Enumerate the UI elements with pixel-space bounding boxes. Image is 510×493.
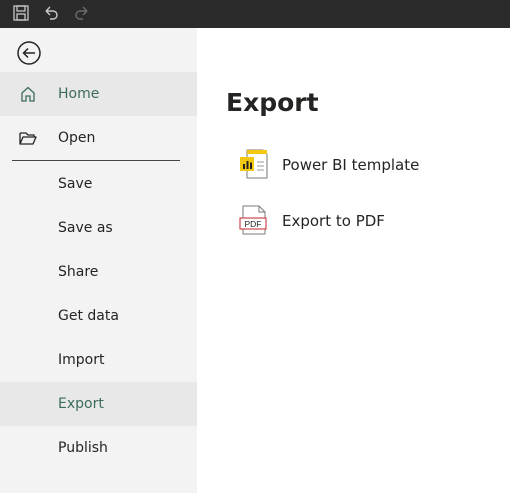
sidebar-item-label: Open <box>58 130 96 146</box>
page-title: Export <box>226 88 319 117</box>
sidebar-item-label: Share <box>58 264 99 280</box>
title-bar <box>0 0 510 28</box>
sidebar-item-export[interactable]: Export <box>0 382 197 426</box>
redo-icon[interactable] <box>73 4 91 22</box>
backstage-sidebar: Home Open Save Save as Share Get data Im… <box>0 28 197 493</box>
sidebar-item-label: Publish <box>58 440 108 456</box>
sidebar-item-import[interactable]: Import <box>0 338 197 382</box>
folder-open-icon <box>19 132 37 145</box>
sidebar-item-label: Home <box>58 86 100 102</box>
export-option-label: Power BI template <box>282 156 420 174</box>
back-arrow-icon[interactable] <box>15 39 43 67</box>
pdf-file-icon: PDF <box>239 205 267 235</box>
sidebar-item-label: Save as <box>58 220 113 236</box>
export-option-powerbi-template[interactable]: Power BI template <box>238 147 478 183</box>
sidebar-item-save[interactable]: Save <box>0 162 197 206</box>
sidebar-item-save-as[interactable]: Save as <box>0 206 197 250</box>
sidebar-item-get-data[interactable]: Get data <box>0 294 197 338</box>
sidebar-item-label: Save <box>58 176 93 192</box>
home-icon <box>21 86 35 102</box>
undo-icon[interactable] <box>42 4 60 22</box>
pdf-icon-text: PDF <box>245 219 262 229</box>
sidebar-item-label: Import <box>58 352 105 368</box>
sidebar-item-publish[interactable]: Publish <box>0 426 197 470</box>
sidebar-divider <box>12 160 180 161</box>
save-icon[interactable] <box>12 4 30 22</box>
sidebar-item-home[interactable]: Home <box>0 72 197 116</box>
sidebar-item-share[interactable]: Share <box>0 250 197 294</box>
export-option-pdf[interactable]: PDF Export to PDF <box>238 203 478 239</box>
sidebar-item-open[interactable]: Open <box>0 116 197 160</box>
powerbi-template-icon <box>240 149 268 179</box>
export-option-label: Export to PDF <box>282 212 385 230</box>
sidebar-item-label: Export <box>58 396 104 412</box>
sidebar-item-label: Get data <box>58 308 119 324</box>
